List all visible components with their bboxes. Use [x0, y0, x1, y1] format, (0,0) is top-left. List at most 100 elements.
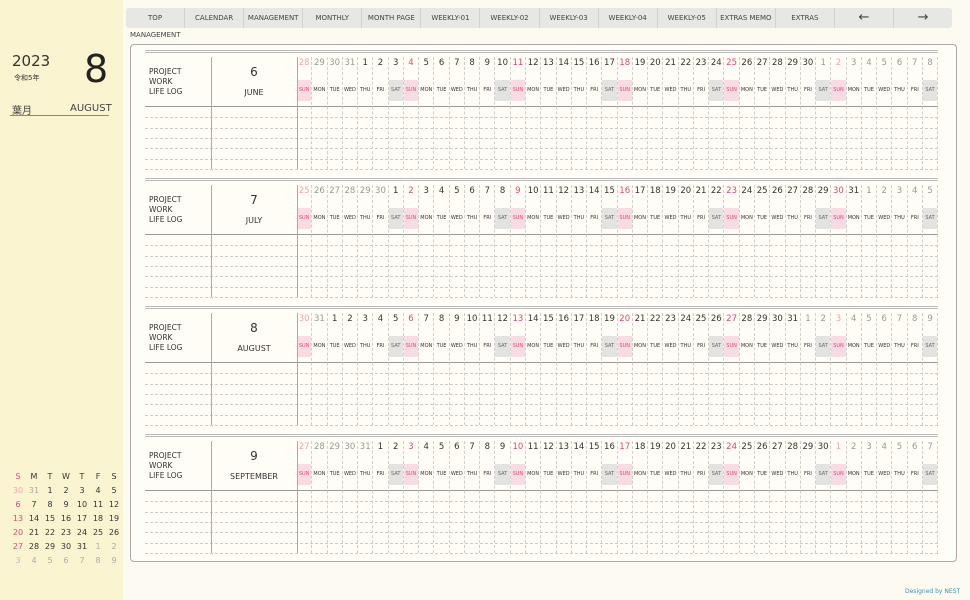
day-column[interactable]: 6 FRI [908, 441, 923, 553]
nav-management[interactable]: MANAGEMENT [244, 8, 304, 28]
day-column[interactable]: 29 SAT [816, 185, 832, 297]
day-column[interactable]: 21 THU [679, 441, 694, 553]
day-column[interactable]: 26 TUE [755, 441, 771, 553]
mini-calendar-day[interactable]: 18 [90, 512, 106, 526]
day-column[interactable]: 8 TUE [434, 313, 450, 425]
block-month-name[interactable]: JUNE [211, 88, 297, 97]
day-column[interactable]: 13 TUE [541, 57, 557, 169]
day-column[interactable]: 6 WED [450, 441, 465, 553]
day-column[interactable]: 17 MON [633, 185, 649, 297]
day-column[interactable]: 22 THU [679, 57, 694, 169]
day-column[interactable]: 3 MON [419, 185, 435, 297]
day-column[interactable]: 22 SAT [709, 185, 725, 297]
day-column[interactable]: 2 FRI [373, 57, 389, 169]
day-column[interactable]: 3 MON [847, 57, 862, 169]
day-column[interactable]: 3 SUN [831, 313, 847, 425]
day-column[interactable]: 13 SUN [510, 313, 526, 425]
day-column[interactable]: 16 SUN [617, 185, 633, 297]
day-column[interactable]: 20 TUE [648, 57, 664, 169]
day-column[interactable]: 20 SUN [617, 313, 633, 425]
day-column[interactable]: 15 THU [572, 57, 588, 169]
day-column[interactable]: 9 FRI [480, 57, 496, 169]
day-column[interactable]: 27 TUE [328, 185, 343, 297]
day-column[interactable]: 23 WED [663, 313, 679, 425]
day-column[interactable]: 6 TUE [434, 57, 450, 169]
day-column[interactable]: 20 WED [663, 441, 679, 553]
day-column[interactable]: 25 TUE [755, 185, 771, 297]
day-column[interactable]: 4 MON [419, 441, 435, 553]
day-column[interactable]: 2 SAT [816, 313, 832, 425]
day-column[interactable]: 19 MON [633, 57, 649, 169]
mini-calendar-day[interactable]: 4 [90, 484, 106, 498]
day-column[interactable]: 8 SAT [922, 57, 939, 169]
day-column[interactable]: 20 THU [679, 185, 694, 297]
day-column[interactable]: 9 SAT [922, 313, 939, 425]
day-column[interactable]: 29 MON [312, 57, 328, 169]
day-column[interactable]: 25 FRI [694, 313, 710, 425]
day-column[interactable]: 29 THU [786, 57, 801, 169]
mini-calendar-day[interactable]: 6 [10, 498, 26, 512]
mini-calendar-day[interactable]: 3 [74, 484, 90, 498]
day-column[interactable]: 10 MON [526, 185, 542, 297]
mini-calendar-day[interactable]: 6 [58, 554, 74, 568]
day-column[interactable]: 29 FRI [801, 441, 817, 553]
day-column[interactable]: 8 SAT [495, 185, 511, 297]
block-month-name[interactable]: AUGUST [211, 344, 297, 353]
day-column[interactable]: 21 WED [663, 57, 679, 169]
day-column[interactable]: 7 FRI [480, 185, 496, 297]
day-column[interactable]: 15 TUE [541, 313, 557, 425]
mini-calendar-day[interactable]: 23 [58, 526, 74, 540]
day-column[interactable]: 26 MON [312, 185, 328, 297]
nav-extras[interactable]: EXTRAS [776, 8, 835, 28]
mini-calendar-day[interactable]: 3 [10, 554, 26, 568]
day-column[interactable]: 5 TUE [434, 441, 450, 553]
mini-calendar-day[interactable]: 7 [26, 498, 42, 512]
day-column[interactable]: 30 FRI [801, 57, 817, 169]
day-column[interactable]: 14 FRI [587, 185, 603, 297]
day-column[interactable]: 30 FRI [373, 185, 389, 297]
prev-arrow-icon[interactable]: ← [835, 8, 895, 28]
block-month-number[interactable]: 9 [211, 449, 297, 463]
day-column[interactable]: 9 SUN [510, 185, 526, 297]
day-column[interactable]: 12 SAT [495, 313, 511, 425]
day-column[interactable]: 25 MON [740, 441, 755, 553]
day-column[interactable]: 24 SUN [724, 441, 740, 553]
day-column[interactable]: 1 FRI [801, 313, 817, 425]
day-column[interactable]: 28 SUN [297, 57, 313, 169]
day-column[interactable]: 5 SAT [388, 313, 404, 425]
day-column[interactable]: 26 MON [740, 57, 755, 169]
day-column[interactable]: 15 FRI [587, 441, 603, 553]
day-column[interactable]: 11 SUN [510, 57, 526, 169]
day-column[interactable]: 1 SAT [816, 57, 832, 169]
mini-calendar-day[interactable]: 29 [42, 540, 58, 554]
day-column[interactable]: 14 WED [557, 57, 572, 169]
mini-calendar-day[interactable]: 4 [26, 554, 42, 568]
day-column[interactable]: 23 SUN [724, 185, 740, 297]
day-column[interactable]: 28 THU [786, 441, 801, 553]
day-column[interactable]: 7 SAT [922, 441, 939, 553]
day-column[interactable]: 30 SAT [816, 441, 832, 553]
day-column[interactable]: 3 THU [892, 185, 908, 297]
day-column[interactable]: 24 MON [740, 185, 755, 297]
day-column[interactable]: 22 TUE [648, 313, 664, 425]
mini-calendar-day[interactable]: 13 [10, 512, 26, 526]
day-column[interactable]: 27 THU [786, 185, 801, 297]
day-column[interactable]: 24 THU [679, 313, 694, 425]
nav-weekly-05[interactable]: WEEKLY-05 [658, 8, 717, 28]
day-column[interactable]: 12 TUE [541, 441, 557, 553]
day-column[interactable]: 7 THU [892, 313, 908, 425]
day-column[interactable]: 12 WED [557, 185, 572, 297]
nav-extras-memo[interactable]: EXTRAS MEMO [717, 8, 776, 28]
day-column[interactable]: 21 MON [633, 313, 649, 425]
day-column[interactable]: 28 WED [770, 57, 786, 169]
day-column[interactable]: 6 THU [892, 57, 908, 169]
day-column[interactable]: 23 SAT [709, 441, 725, 553]
mini-calendar-day[interactable]: 2 [58, 484, 74, 498]
day-column[interactable]: 29 TUE [755, 313, 771, 425]
day-column[interactable]: 31 THU [786, 313, 801, 425]
day-column[interactable]: 4 TUE [434, 185, 450, 297]
day-column[interactable]: 7 MON [419, 313, 435, 425]
day-column[interactable]: 11 TUE [541, 185, 557, 297]
day-column[interactable]: 2 SAT [388, 441, 404, 553]
day-column[interactable]: 6 WED [877, 313, 893, 425]
